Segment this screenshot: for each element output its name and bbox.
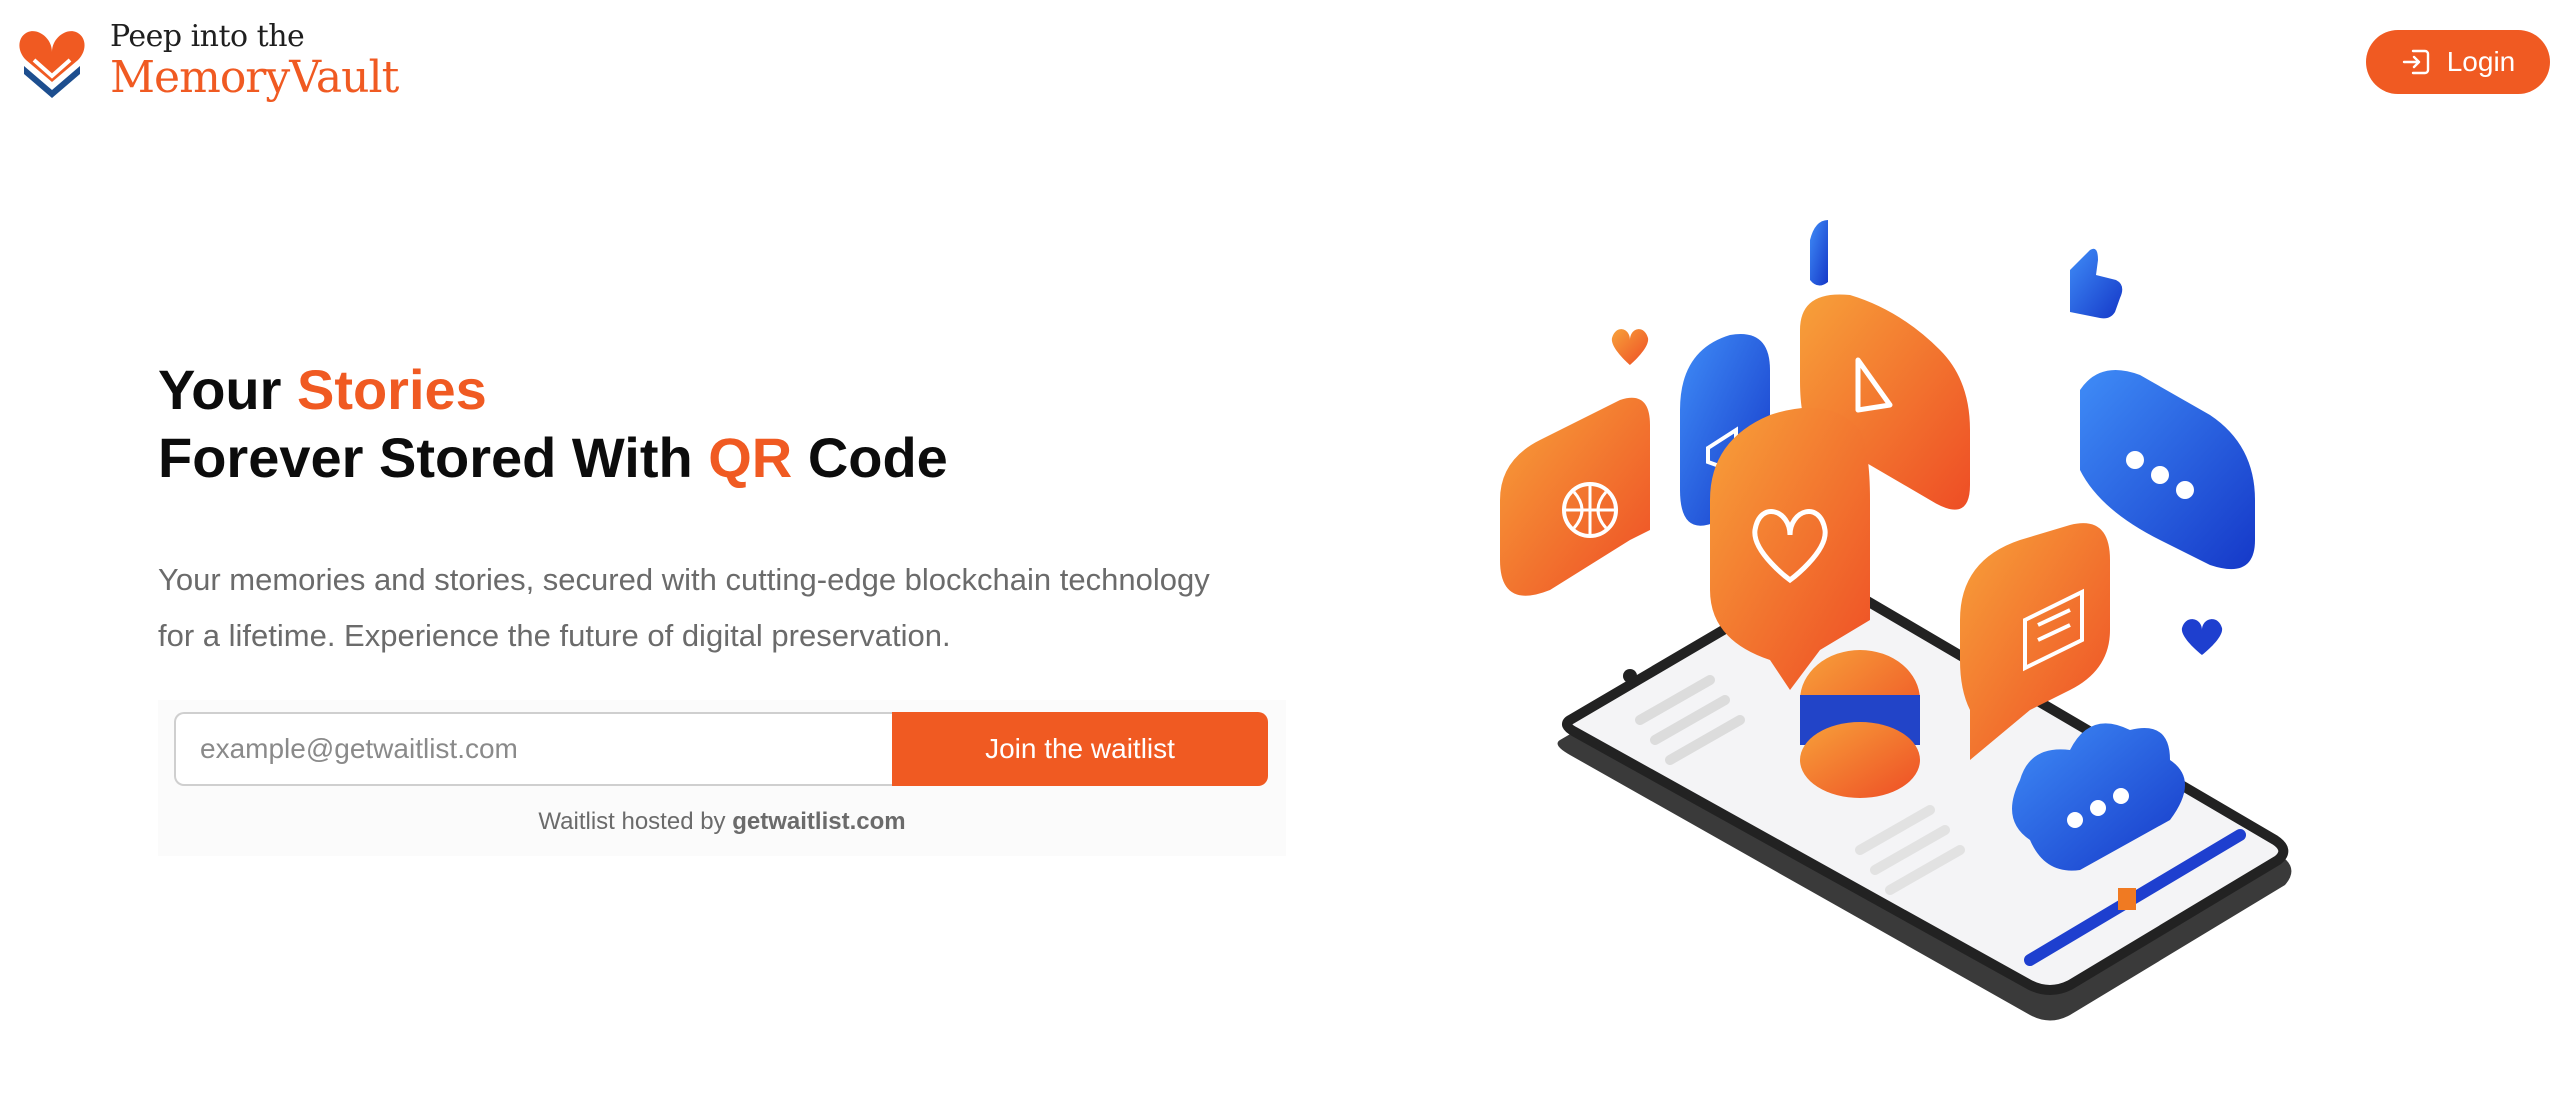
logo-brand-name: MemoryVault (110, 52, 399, 103)
logo-tagline: Peep into the (110, 19, 305, 54)
hero-headline: Your Stories Forever Stored With QR Code (158, 356, 1338, 492)
burger-icon (1800, 650, 1920, 798)
subtitle-line1: Your memories and stories, secured with … (158, 562, 1210, 597)
headline-phrase: Forever Stored With (158, 426, 693, 489)
headline-accent-stories: Stories (296, 358, 487, 421)
hosted-prefix: Waitlist hosted by (538, 808, 726, 835)
headline-word-code: Code (807, 426, 948, 489)
globe-bubble-icon (1500, 397, 1650, 596)
headline-word: Your (158, 358, 282, 421)
hero-subtitle: Your memories and stories, secured with … (158, 552, 1298, 664)
logo[interactable]: Peep into the MemoryVault (16, 19, 399, 103)
headline-line2: Forever Stored With QR Code (158, 426, 948, 489)
landing-page: Peep into the MemoryVault Login Your Sto… (0, 0, 2574, 1112)
login-button[interactable]: Login (2366, 30, 2550, 94)
subtitle-line2: for a lifetime. Experience the future of… (158, 618, 951, 653)
logo-text: Peep into the MemoryVault (110, 19, 399, 103)
heart-logo-icon (19, 31, 85, 98)
waitlist-widget: Join the waitlist Waitlist hosted by get… (158, 700, 1286, 856)
getwaitlist-link[interactable]: getwaitlist.com (732, 808, 905, 835)
waitlist-hosted-note: Waitlist hosted by getwaitlist.com (158, 808, 1286, 836)
login-label: Login (2446, 46, 2516, 77)
headline-line1: Your Stories (158, 358, 487, 421)
hero-section: Your Stories Forever Stored With QR Code… (158, 356, 1338, 664)
headline-accent-qr: QR (708, 426, 793, 489)
email-input[interactable] (174, 712, 892, 786)
login-icon (2402, 49, 2429, 75)
join-waitlist-button[interactable]: Join the waitlist (892, 712, 1268, 786)
phone-illustration (1500, 220, 2292, 1021)
